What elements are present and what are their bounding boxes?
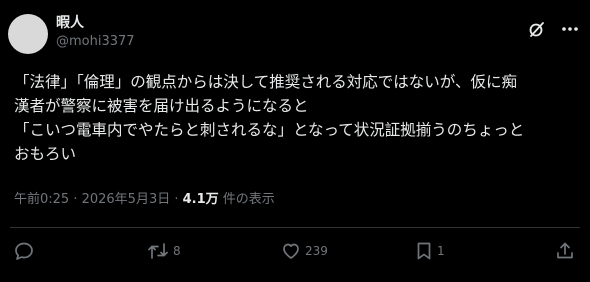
like-icon (283, 243, 299, 259)
user-handle[interactable]: @mohi3377 (56, 33, 135, 51)
more-options-button[interactable] (560, 20, 580, 38)
user-info: 暇人 @mohi3377 (56, 13, 135, 51)
repost-count: 8 (173, 244, 181, 258)
post-text: 「法律」「倫理」の観点からは決して推奨される対応ではないが、仮に痴 漢者が警察に… (14, 73, 525, 163)
avatar[interactable] (8, 14, 48, 54)
post-metadata: 午前0:25 · 2026年5月3日 · 4.1万 件の表示 (14, 191, 275, 209)
share-button[interactable] (555, 240, 575, 262)
divider (10, 227, 580, 228)
share-icon (557, 242, 573, 259)
reply-button[interactable] (14, 240, 38, 262)
display-name[interactable]: 暇人 (56, 13, 135, 33)
grok-button[interactable] (528, 20, 546, 38)
grok-icon (529, 22, 544, 37)
bookmark-button[interactable]: 1 (415, 240, 445, 262)
like-button[interactable]: 239 (281, 240, 328, 262)
reply-icon (15, 242, 33, 260)
repost-icon (148, 243, 168, 259)
views-count[interactable]: 4.1万 (183, 192, 219, 207)
repost-button[interactable]: 8 (147, 240, 181, 262)
more-icon (562, 27, 578, 31)
post-timestamp[interactable]: 午前0:25 · 2026年5月3日 · (14, 192, 183, 207)
like-count: 239 (305, 244, 328, 258)
post: 暇人 @mohi3377 「法律」「倫理」の観点からは決して推奨される対応ではな… (0, 0, 590, 282)
bookmark-icon (417, 242, 431, 260)
bookmark-count: 1 (437, 244, 445, 258)
views-label: 件の表示 (218, 192, 275, 207)
